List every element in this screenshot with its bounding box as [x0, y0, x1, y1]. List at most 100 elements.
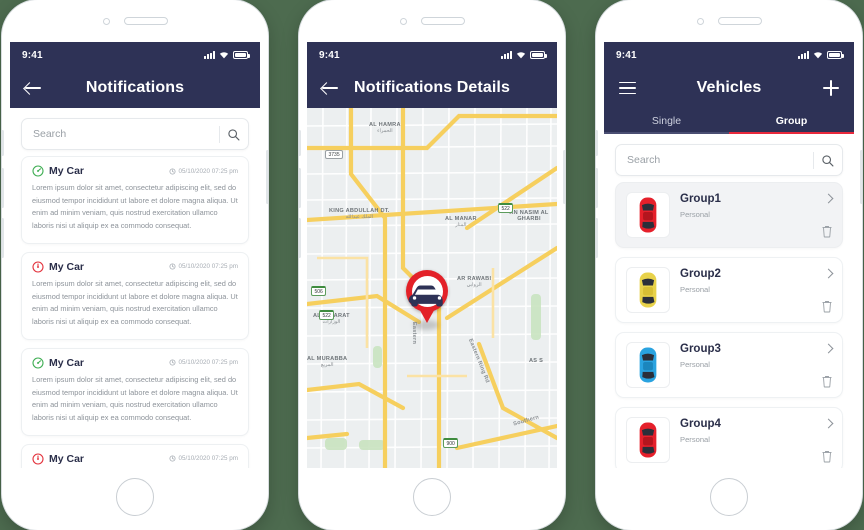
page-title: Notifications Details: [354, 79, 510, 96]
speedometer-icon: [32, 165, 44, 177]
phone-power-button[interactable]: [860, 150, 862, 204]
vehicle-row: Group3 Personal: [626, 342, 832, 388]
notification-body: Lorem ipsum dolor sit amet, consectetur …: [32, 374, 238, 423]
tab-underline: [604, 131, 729, 134]
add-vehicle-button[interactable]: [820, 77, 842, 99]
vehicle-group-card[interactable]: Group1 Personal: [615, 182, 843, 248]
clock-icon: [169, 455, 176, 462]
trash-icon[interactable]: [821, 225, 833, 238]
search-icon[interactable]: [814, 154, 840, 167]
home-button[interactable]: [710, 478, 748, 516]
map-label: AR RAWABI الروابي: [457, 276, 492, 288]
phone-volume-down-button[interactable]: [2, 218, 4, 258]
phone-mute-button[interactable]: [299, 130, 301, 156]
map-view[interactable]: AL HAMRA الحمراء KING ABDULLAH DT. الملك ع…: [307, 108, 557, 468]
earpiece-speaker: [420, 17, 465, 25]
status-icons: [501, 51, 547, 59]
speedometer-icon: [32, 357, 44, 369]
phone-volume-down-button[interactable]: [596, 218, 598, 258]
search-input[interactable]: Search: [21, 118, 249, 150]
map-label: AL MURABBA المربع: [307, 356, 348, 368]
notification-card[interactable]: My Car 05/10/2020 07:25 pm Lorem ipsum d…: [21, 347, 249, 436]
phone-power-button[interactable]: [266, 150, 268, 204]
wifi-icon: [813, 52, 823, 59]
notification-header: My Car 05/10/2020 07:25 pm: [32, 453, 238, 465]
tab-single[interactable]: Single: [604, 108, 729, 134]
map-label: AL MANAR المنار: [445, 216, 477, 228]
notification-header: My Car 05/10/2020 07:25 pm: [32, 261, 238, 273]
status-bar: 9:41: [604, 42, 854, 68]
notifications-list[interactable]: My Car 05/10/2020 07:25 pm Lorem ipsum d…: [10, 156, 260, 468]
front-camera-icon: [102, 17, 110, 25]
search-input[interactable]: Search: [615, 144, 843, 176]
phone-power-button[interactable]: [563, 150, 565, 204]
plus-icon: [823, 80, 839, 96]
signal-bars-icon: [501, 51, 512, 59]
notification-body: Lorem ipsum dolor sit amet, consectetur …: [32, 183, 238, 231]
notification-timestamp: 05/10/2020 07:25 pm: [178, 263, 238, 271]
trash-icon[interactable]: [821, 375, 833, 388]
front-camera-icon: [696, 17, 704, 25]
speedometer-icon: [32, 453, 44, 465]
vehicle-row: Group1 Personal: [626, 192, 832, 238]
vehicles-tabs: Single Group: [604, 108, 854, 134]
home-button[interactable]: [413, 478, 451, 516]
notification-title: My Car: [49, 356, 85, 369]
phone-notch: [299, 0, 565, 42]
vehicle-group-name: Group2: [680, 268, 721, 280]
vehicle-group-card[interactable]: Group2 Personal: [615, 257, 843, 323]
notification-card[interactable]: My Car 05/10/2020 07:25 pm Lorem ipsum d…: [21, 251, 249, 340]
phone-volume-up-button[interactable]: [596, 168, 598, 208]
car-map-pin-icon[interactable]: [406, 270, 448, 323]
trash-icon[interactable]: [821, 450, 833, 463]
phone-notification-details: 9:41 Notifications Details AL HAMRA الحم…: [299, 0, 565, 530]
app-bar-notifications: Notifications: [10, 68, 260, 108]
route-shield: 522: [498, 203, 514, 213]
clock-icon: [169, 263, 176, 270]
vehicle-group-name: Group1: [680, 193, 721, 205]
speedometer-icon: [32, 261, 44, 273]
home-button[interactable]: [116, 478, 154, 516]
vehicle-group-name: Group3: [680, 343, 721, 355]
phone-notch: [2, 0, 268, 42]
back-button[interactable]: [22, 77, 44, 99]
phone-volume-down-button[interactable]: [299, 218, 301, 258]
tab-label: Group: [775, 115, 808, 127]
tab-group[interactable]: Group: [729, 108, 854, 134]
trash-icon[interactable]: [821, 300, 833, 313]
search-section: Search: [604, 134, 854, 182]
phone-vehicles: 9:41 Vehicles Single Group Search Group1…: [596, 0, 862, 530]
status-time: 9:41: [319, 49, 340, 61]
earpiece-speaker: [717, 17, 762, 25]
search-icon[interactable]: [220, 128, 246, 141]
notification-card[interactable]: My Car 05/10/2020 07:25 pm Lorem ipsum d…: [21, 443, 249, 468]
map-label: AL HAMRA الحمراء: [369, 122, 401, 134]
battery-icon: [233, 51, 250, 59]
car-icon: [408, 285, 443, 307]
status-icons: [204, 51, 250, 59]
notification-card[interactable]: My Car 05/10/2020 07:25 pm Lorem ipsum d…: [21, 156, 249, 244]
map-label: AS S: [529, 358, 544, 364]
phones-stage: 9:41 Notifications Search My Car 05/10/2…: [0, 0, 864, 530]
map-label: KING ABDULLAH DT. الملك عبدالله: [329, 208, 390, 220]
notification-body: Lorem ipsum dolor sit amet, consectetur …: [32, 278, 238, 327]
notification-title: My Car: [49, 165, 85, 177]
back-button[interactable]: [319, 77, 341, 99]
vehicle-group-name: Group4: [680, 418, 721, 430]
phone-mute-button[interactable]: [2, 130, 4, 156]
vehicles-list[interactable]: Group1 Personal Group2 Personal Group3 P…: [604, 182, 854, 468]
notification-time: 05/10/2020 07:25 pm: [169, 455, 238, 462]
hamburger-menu-icon: [618, 81, 636, 95]
vehicle-group-card[interactable]: Group3 Personal: [615, 332, 843, 398]
vehicle-meta: Group4 Personal: [680, 417, 832, 444]
phone-mute-button[interactable]: [596, 130, 598, 156]
phone-volume-up-button[interactable]: [2, 168, 4, 208]
phone-volume-up-button[interactable]: [299, 168, 301, 208]
vehicle-group-card[interactable]: Group4 Personal: [615, 407, 843, 468]
menu-button[interactable]: [616, 77, 638, 99]
back-arrow-icon: [322, 82, 338, 94]
car-top-view-icon: [639, 422, 657, 458]
signal-bars-icon: [798, 51, 809, 59]
search-placeholder: Search: [33, 128, 67, 140]
page-title: Vehicles: [696, 79, 762, 96]
